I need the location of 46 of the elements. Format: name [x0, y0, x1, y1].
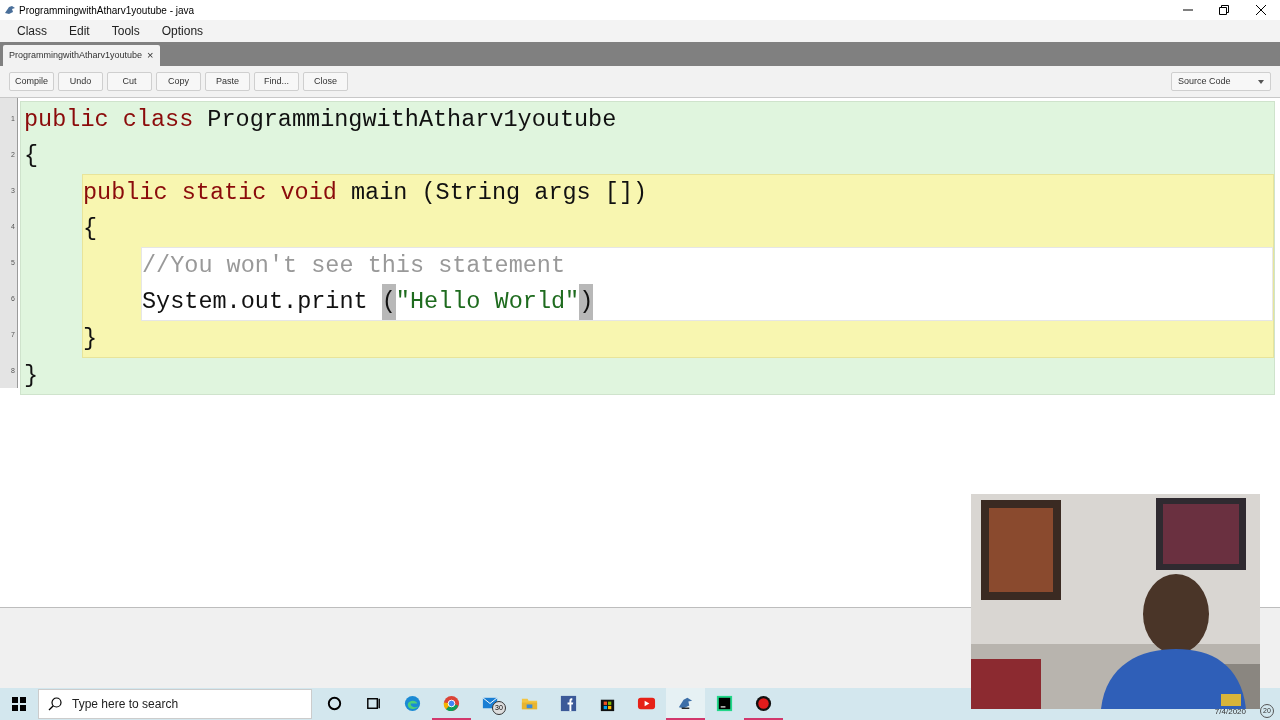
string-literal: "Hello World" [395, 287, 580, 318]
tab-close-button[interactable]: × [147, 50, 154, 61]
f-logo-icon [559, 693, 578, 713]
search-placeholder: Type here to search [72, 696, 179, 713]
view-dropdown[interactable]: Source Code [1171, 72, 1271, 91]
code-keyword: public [83, 178, 169, 209]
code-text: } [83, 324, 98, 355]
toolbar-button[interactable]: Close [303, 72, 348, 91]
toolbar-button[interactable]: Copy [156, 72, 201, 91]
menu-item[interactable]: Edit [62, 22, 97, 40]
caret-icon [1258, 79, 1264, 84]
code-text: ProgrammingwithAtharv1youtube [207, 105, 617, 136]
menu-item[interactable]: Tools [104, 22, 147, 40]
search-icon [48, 697, 62, 711]
restore-icon [1219, 5, 1229, 15]
close-icon [1256, 5, 1266, 15]
toolbar-button[interactable]: Find... [254, 72, 299, 91]
menu-item[interactable]: Class [10, 22, 54, 40]
browser-icon [442, 693, 461, 713]
code-keyword: public [24, 105, 110, 136]
menu-item[interactable]: Options [154, 22, 211, 40]
search-field[interactable]: Type here to search [38, 689, 312, 719]
code-text: { [24, 141, 39, 172]
code-text: } [24, 361, 39, 392]
code-text: System.out.print [142, 287, 369, 318]
browser-icon [403, 693, 422, 713]
matched-bracket: ( [381, 284, 396, 320]
pc-logo-icon [715, 693, 734, 713]
code-comment: //You won't see this statement [142, 251, 566, 282]
editor-tab[interactable]: ProgrammingwithAtharv1youtube × [3, 45, 160, 66]
date-text: 7/4/2020 [1214, 706, 1246, 718]
toolbar-button[interactable]: Paste [205, 72, 250, 91]
matched-bracket: ) [579, 284, 594, 320]
bird-icon [4, 4, 16, 16]
code-keyword: class [122, 105, 195, 136]
toolbar-button[interactable]: Compile [9, 72, 54, 91]
code-text: { [83, 214, 98, 245]
record-icon [754, 693, 773, 713]
code-keyword: static [181, 178, 268, 209]
tab-label: ProgrammingwithAtharv1youtube [9, 48, 143, 62]
window-title: ProgrammingwithAtharv1youtube - java [19, 3, 195, 18]
code-text: main (String args []) [350, 178, 648, 209]
windows-start-icon[interactable] [12, 697, 26, 711]
toolbar-button[interactable]: Cut [107, 72, 152, 91]
toolbar-button[interactable]: Undo [58, 72, 103, 91]
code-keyword: void [280, 178, 338, 209]
